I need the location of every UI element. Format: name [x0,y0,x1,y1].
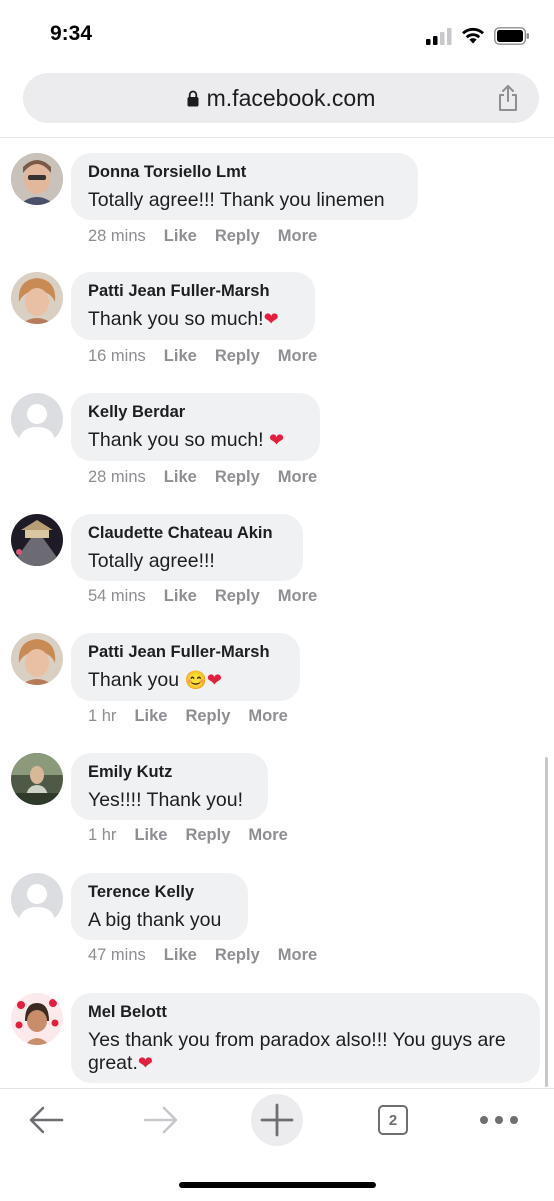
like-button[interactable]: Like [164,946,197,965]
lock-icon [187,90,199,106]
comment-author[interactable]: Patti Jean Fuller-Marsh [88,642,283,662]
heart-emoji-icon: ❤ [269,430,285,450]
like-button[interactable]: Like [164,587,197,606]
plus-icon [260,1103,294,1137]
more-button[interactable]: More [248,826,287,845]
cellular-signal-icon [426,27,452,45]
comment-text: Thank you so much!❤ [88,308,298,331]
comment-text-content: Thank you so much! [88,308,264,330]
comment-time[interactable]: 28 mins [88,227,146,246]
avatar[interactable] [11,993,63,1045]
share-icon[interactable] [497,85,519,111]
reply-button[interactable]: Reply [215,227,260,246]
reply-button[interactable]: Reply [215,468,260,487]
smile-heart-emoji-icon: 😊❤ [184,670,222,690]
menu-button[interactable] [478,1089,520,1151]
comment-bubble: Donna Torsiello Lmt Totally agree!!! Tha… [71,153,418,220]
comment-author[interactable]: Kelly Berdar [88,402,303,422]
comment-bubble: Kelly Berdar Thank you so much! ❤ [71,393,320,461]
reply-button[interactable]: Reply [215,587,260,606]
status-bar: 9:34 [0,0,554,70]
comment-actions: 28 mins Like Reply More [88,468,317,487]
comment-text: Thank you so much! ❤ [88,429,303,452]
comment-text: Totally agree!!! [88,550,215,572]
scrollbar[interactable] [545,757,548,1087]
comment-text-content: Thank you [88,669,180,691]
comment-text: A big thank you [88,909,222,931]
tab-count: 2 [378,1105,408,1135]
back-button[interactable] [22,1089,70,1151]
avatar[interactable] [11,873,63,925]
back-arrow-icon [29,1106,64,1134]
comment-time[interactable]: 16 mins [88,347,146,366]
comment-bubble: Patti Jean Fuller-Marsh Thank you 😊❤ [71,633,300,701]
comment-author[interactable]: Donna Torsiello Lmt [88,162,401,182]
more-button[interactable]: More [278,227,317,246]
like-button[interactable]: Like [134,826,167,845]
comment-text: Yes thank you from paradox also!!! You g… [88,1029,523,1075]
more-button[interactable]: More [278,347,317,366]
comment-text: Thank you 😊❤ [88,669,283,692]
comment-bubble: Mel Belott Yes thank you from paradox al… [71,993,540,1083]
comment-time[interactable]: 28 mins [88,468,146,487]
more-dots-icon [480,1116,518,1124]
comment-actions: 28 mins Like Reply More [88,227,317,246]
wifi-icon [462,27,484,44]
comment-text: Yes!!!! Thank you! [88,789,244,811]
comment-author[interactable]: Patti Jean Fuller-Marsh [88,281,298,301]
plus-circle [251,1094,303,1146]
reply-button[interactable]: Reply [215,347,260,366]
avatar[interactable] [11,633,63,685]
address-bar[interactable]: m.facebook.com [23,73,539,123]
comment-actions: 54 mins Like Reply More [88,587,317,606]
comment-author[interactable]: Emily Kutz [88,762,251,782]
comments-list: Donna Torsiello Lmt Totally agree!!! Tha… [0,138,554,1088]
comment-bubble: Emily Kutz Yes!!!! Thank you! [71,753,268,820]
comment-bubble: Claudette Chateau Akin Totally agree!!! [71,514,303,581]
comment-time[interactable]: 1 hr [88,826,116,845]
heart-emoji-icon: ❤ [137,1053,153,1073]
like-button[interactable]: Like [164,347,197,366]
like-button[interactable]: Like [134,707,167,726]
comment-author[interactable]: Claudette Chateau Akin [88,523,286,543]
new-tab-button[interactable] [250,1089,304,1151]
avatar[interactable] [11,393,63,445]
avatar[interactable] [11,514,63,566]
like-button[interactable]: Like [164,468,197,487]
comment-time[interactable]: 47 mins [88,946,146,965]
more-button[interactable]: More [278,468,317,487]
comment-bubble: Terence Kelly A big thank you [71,873,248,940]
more-button[interactable]: More [278,946,317,965]
comment-text-content: Thank you so much! [88,429,270,451]
comment-actions: 1 hr Like Reply More [88,826,288,845]
like-button[interactable]: Like [164,227,197,246]
comment-time[interactable]: 54 mins [88,587,146,606]
reply-button[interactable]: Reply [185,707,230,726]
forward-arrow-icon [143,1106,178,1134]
reply-button[interactable]: Reply [185,826,230,845]
status-time: 9:34 [50,22,93,45]
more-button[interactable]: More [248,707,287,726]
comment-time[interactable]: 1 hr [88,707,116,726]
avatar[interactable] [11,753,63,805]
comment-text: Totally agree!!! Thank you linemen [88,189,385,211]
more-button[interactable]: More [278,587,317,606]
comment-author[interactable]: Terence Kelly [88,882,231,902]
tabs-button[interactable]: 2 [374,1089,412,1151]
reply-button[interactable]: Reply [215,946,260,965]
comment-actions: 47 mins Like Reply More [88,946,317,965]
avatar[interactable] [11,272,63,324]
avatar[interactable] [11,153,63,205]
home-indicator [179,1182,376,1188]
comment-actions: 1 hr Like Reply More [88,707,288,726]
comment-author[interactable]: Mel Belott [88,1002,523,1022]
heart-emoji-icon: ❤ [263,309,279,329]
comment-actions: 16 mins Like Reply More [88,347,317,366]
comment-bubble: Patti Jean Fuller-Marsh Thank you so muc… [71,272,315,340]
url-text: m.facebook.com [206,84,376,111]
status-icons [426,26,530,45]
forward-button[interactable] [137,1089,185,1151]
battery-icon [494,26,529,45]
